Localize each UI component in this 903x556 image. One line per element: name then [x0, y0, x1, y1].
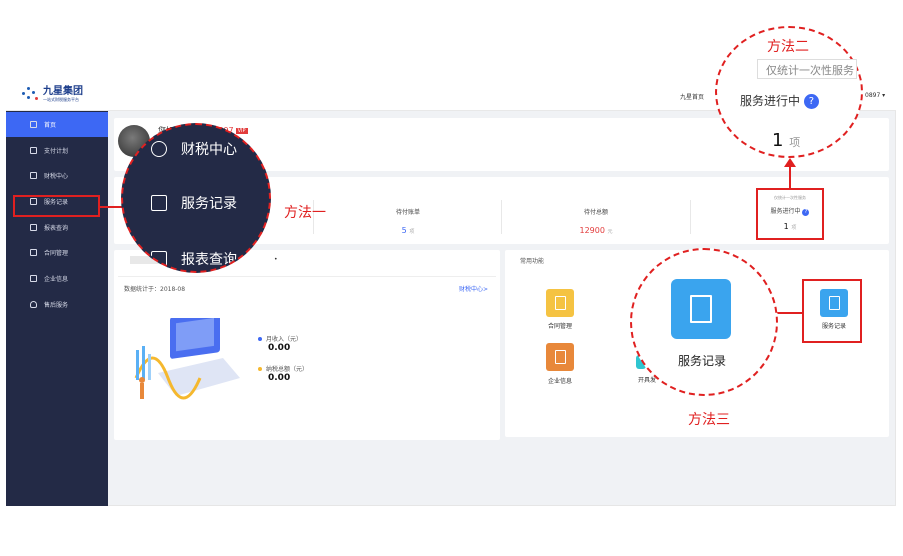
- method2-label: 方法二: [767, 39, 809, 55]
- pending-total-stat[interactable]: 待付总额 12900 元: [560, 207, 632, 235]
- sidebar-highlight-box: [13, 195, 100, 217]
- sidebar-item-payment-plan[interactable]: 支付计划: [6, 138, 108, 163]
- company-function-button[interactable]: [546, 343, 574, 371]
- data-illustration: [134, 318, 240, 400]
- sidebar-zoom-callout: 财税中心 服务记录 报表查询: [121, 123, 271, 273]
- stat-date: 数据统计于：2018-08: [124, 286, 186, 293]
- zoom-in-service-value: 1 项: [772, 130, 801, 151]
- brand-tagline: 一站式财税服务平台: [43, 97, 79, 102]
- function-highlight-box: [802, 279, 862, 343]
- star-logo-icon: [22, 86, 40, 102]
- method1-label: 方法一: [284, 205, 326, 221]
- zoom-help-icon: ?: [803, 94, 819, 109]
- contract-function-button[interactable]: [546, 289, 574, 317]
- brand-name: 九星集团: [43, 86, 83, 97]
- home-link[interactable]: 九星首页: [680, 92, 704, 101]
- monthly-income: 月收入（元） 0.00: [258, 334, 302, 353]
- contract-icon: [554, 296, 566, 310]
- zoom-in-service-label: 服务进行中 ?: [740, 92, 819, 109]
- method3-label: 方法三: [688, 412, 730, 428]
- brand-logo[interactable]: 九星集团 一站式财税服务平台: [22, 86, 83, 102]
- company-icon: [30, 275, 37, 282]
- user-menu[interactable]: 0897 ▾: [865, 92, 885, 99]
- arrow-up-icon: [784, 158, 796, 188]
- layers-icon: [151, 141, 167, 157]
- report-icon: [30, 224, 37, 231]
- functions-title: 常用功能: [520, 258, 545, 265]
- payment-plan-icon: [30, 147, 37, 154]
- calendar-icon: [151, 251, 167, 267]
- sidebar-item-contract[interactable]: 合同管理: [6, 240, 108, 265]
- sidebar-item-report[interactable]: 报表查询: [6, 215, 108, 240]
- clipboard-check-icon: [151, 195, 167, 211]
- vip-badge: VIP: [235, 127, 248, 134]
- company-icon: [554, 350, 566, 364]
- home-icon: [30, 121, 37, 128]
- tax-center-icon: [30, 172, 37, 179]
- zoom-service-record-label: 服务记录: [677, 354, 726, 368]
- zoom-service-record-icon: [671, 279, 731, 339]
- sidebar-item-company[interactable]: 企业信息: [6, 266, 108, 291]
- contract-icon: [30, 249, 37, 256]
- stat-highlight-box: [756, 188, 824, 240]
- sidebar-item-tax-center[interactable]: 财税中心: [6, 163, 108, 188]
- bell-icon: [30, 301, 37, 308]
- zoom-hint-tooltip: 仅统计一次性服务: [757, 59, 857, 79]
- sidebar-item-after-sales[interactable]: 售后服务: [6, 292, 108, 317]
- pending-bills-stat[interactable]: 待付账单 5 项: [373, 207, 443, 235]
- tax-total: 纳税总额（元） 0.00: [258, 364, 308, 383]
- tax-center-link[interactable]: 财税中心>: [459, 284, 488, 293]
- sidebar-item-home[interactable]: 首页: [6, 112, 108, 137]
